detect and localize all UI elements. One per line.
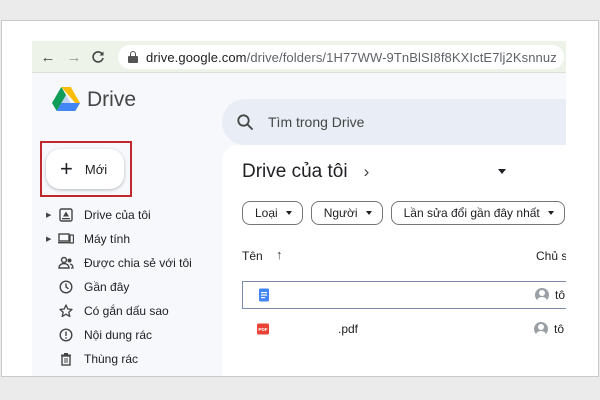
file-name: .pdf xyxy=(338,322,359,336)
browser-toolbar: ← → drive.google.com/drive/folders/1H77W… xyxy=(32,41,566,73)
google-doc-icon xyxy=(259,288,269,302)
expand-caret-icon[interactable]: ▶ xyxy=(46,235,54,243)
arrow-up-icon[interactable]: ↑ xyxy=(276,247,283,262)
caret-down-icon xyxy=(285,211,292,215)
file-owner: tô xyxy=(554,322,565,336)
avatar xyxy=(535,288,549,302)
file-owner: tô xyxy=(555,288,566,302)
chevron-right-icon: › xyxy=(363,162,370,181)
caret-down-icon xyxy=(547,211,554,215)
sidebar-item-starred[interactable]: Có gắn dấu sao xyxy=(46,299,222,323)
table-row[interactable]: PDF .pdf tô xyxy=(242,315,566,343)
filter-modified[interactable]: Lần sửa đổi gần đây nhất xyxy=(390,201,565,225)
breadcrumb[interactable]: Drive của tôi › xyxy=(242,161,369,183)
sidebar-item-computers[interactable]: ▶ Máy tính xyxy=(46,227,222,251)
svg-text:PDF: PDF xyxy=(258,327,267,332)
pdf-icon: PDF xyxy=(257,323,269,335)
app-title: Drive xyxy=(87,87,137,111)
lock-icon xyxy=(128,51,138,63)
browser-window: ← → drive.google.com/drive/folders/1H77W… xyxy=(32,41,566,376)
filter-chips: Loại Người Lần sửa đổi gần đây nhất xyxy=(242,201,566,225)
sidebar-item-recent[interactable]: Gần đây xyxy=(46,275,222,299)
avatar xyxy=(534,322,548,336)
forward-icon[interactable]: → xyxy=(66,49,82,66)
computer-icon xyxy=(58,231,74,247)
clock-icon xyxy=(58,279,74,295)
new-button[interactable]: + Mới xyxy=(46,149,124,189)
address-bar[interactable]: drive.google.com/drive/folders/1H77WW-9T… xyxy=(118,45,564,69)
star-icon xyxy=(58,303,74,319)
main-content: Drive của tôi › Loại Người Lần sửa đổi g… xyxy=(222,145,566,376)
filter-people[interactable]: Người xyxy=(310,201,383,225)
new-button-label: Mới xyxy=(84,161,108,177)
screenshot-frame: ← → drive.google.com/drive/folders/1H77W… xyxy=(1,20,599,377)
sidebar: ▶ Drive của tôi ▶ Máy tính Được chia sẻ … xyxy=(46,203,222,371)
drive-logo[interactable]: Drive xyxy=(52,87,136,112)
column-name[interactable]: Tên xyxy=(242,249,263,263)
back-icon[interactable]: ← xyxy=(40,49,56,66)
trash-icon xyxy=(58,351,74,367)
my-drive-icon xyxy=(58,207,74,223)
spam-icon xyxy=(58,327,74,343)
page-title: Drive của tôi xyxy=(242,161,348,182)
search-bar[interactable] xyxy=(222,99,566,145)
search-icon[interactable] xyxy=(236,113,254,131)
sidebar-item-spam[interactable]: Nội dung rác xyxy=(46,323,222,347)
reload-icon[interactable] xyxy=(90,49,106,65)
caret-down-icon[interactable] xyxy=(498,169,506,174)
caret-down-icon xyxy=(365,211,372,215)
table-header: Tên ↑ Chủ sở xyxy=(242,245,566,269)
table-row[interactable]: tô xyxy=(242,281,566,309)
search-input[interactable] xyxy=(268,114,548,130)
sidebar-item-shared-with-me[interactable]: Được chia sẻ với tôi xyxy=(46,251,222,275)
expand-caret-icon[interactable]: ▶ xyxy=(46,211,54,219)
sidebar-item-my-drive[interactable]: ▶ Drive của tôi xyxy=(46,203,222,227)
filter-type[interactable]: Loại xyxy=(242,201,303,225)
sidebar-item-trash[interactable]: Thùng rác xyxy=(46,347,222,371)
column-owner[interactable]: Chủ sở xyxy=(536,249,566,263)
google-drive-icon xyxy=(52,87,80,111)
shared-icon xyxy=(58,255,74,271)
url-text: drive.google.com/drive/folders/1H77WW-9T… xyxy=(146,49,557,65)
plus-icon: + xyxy=(60,156,73,181)
